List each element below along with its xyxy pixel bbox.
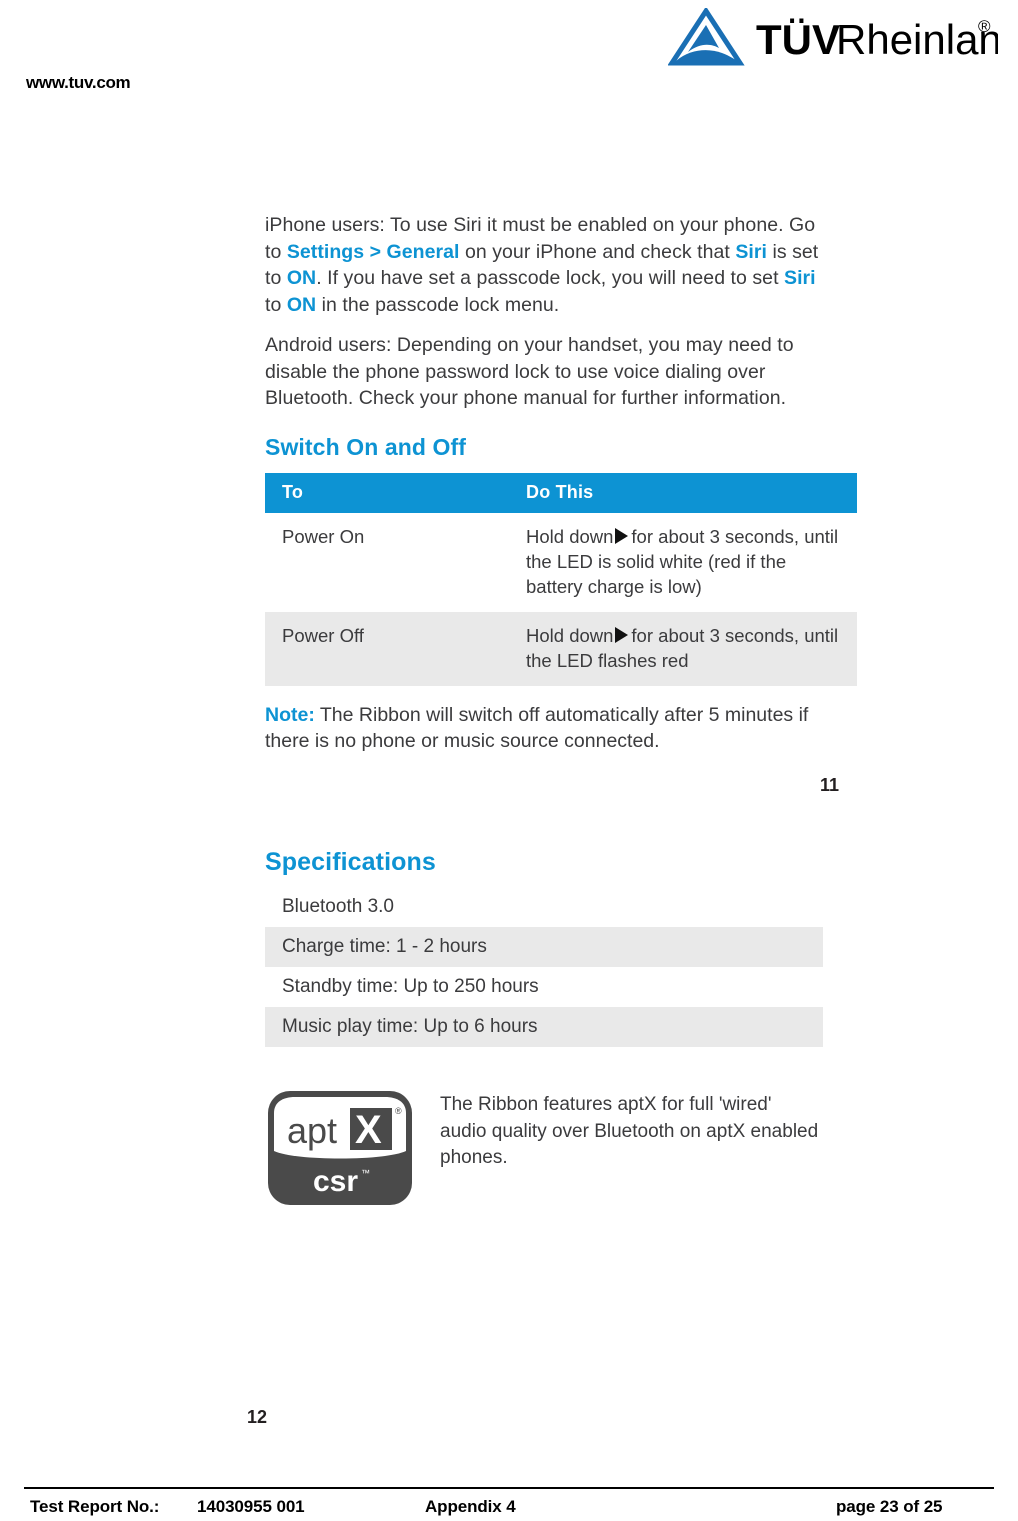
list-item: Music play time: Up to 6 hours	[265, 1007, 823, 1047]
svg-text:X: X	[355, 1108, 382, 1152]
text-run-accent: Siri	[784, 267, 816, 289]
note-text: The Ribbon will switch off automatically…	[265, 703, 809, 752]
switch-on-off-table: To Do This Power On Hold down for about 3…	[265, 472, 857, 686]
column-header-do-this: Do This	[509, 472, 857, 513]
svg-text:Rheinland: Rheinland	[836, 16, 998, 63]
text-run: on your iPhone and check that	[459, 240, 736, 263]
table-header-row: To Do This	[265, 472, 857, 513]
cell-action-label: Power Off	[265, 611, 509, 686]
specifications-list: Bluetooth 3.0 Charge time: 1 - 2 hours S…	[265, 887, 823, 1047]
svg-text:®: ®	[395, 1106, 402, 1116]
column-header-to: To	[265, 472, 509, 513]
list-item: Bluetooth 3.0	[282, 896, 394, 917]
svg-text:csr: csr	[313, 1165, 358, 1198]
footer-divider	[24, 1487, 994, 1489]
list-item: Standby time: Up to 250 hours	[282, 976, 539, 997]
manual-page-11-content: iPhone users: To use Siri it must be ena…	[265, 212, 857, 754]
table-row: Power On Hold down for about 3 seconds, u…	[265, 513, 857, 612]
paragraph-iphone-users: iPhone users: To use Siri it must be ena…	[265, 212, 825, 318]
text-run: . If you have set a passcode lock, you w…	[316, 267, 785, 289]
aptx-feature-block: apt X ® csr ™ The Ribbon features aptX f…	[265, 1088, 825, 1213]
specifications-section: Specifications Bluetooth 3.0 Charge time…	[265, 848, 825, 1047]
manual-folio-12: 12	[247, 1407, 268, 1427]
text-run: in the passcode lock menu.	[316, 293, 560, 316]
cell-instruction: Hold down for about 3 seconds, until the …	[509, 611, 857, 686]
svg-text:®: ®	[978, 17, 991, 36]
list-item: Charge time: 1 - 2 hours	[265, 927, 823, 967]
switch-on-off-heading: Switch On and Off	[265, 433, 467, 460]
specifications-heading: Specifications	[265, 848, 436, 876]
play-triangle-icon	[615, 527, 629, 544]
footer-report-label: Test Report No.:	[30, 1497, 160, 1516]
cell-action-label: Power On	[282, 525, 365, 547]
cell-instruction: Hold down for about 3 seconds, until the …	[509, 513, 857, 612]
note-label: Note:	[265, 703, 315, 726]
footer-report-number: 14030955 001	[197, 1497, 305, 1516]
note-paragraph: Note: The Ribbon will switch off automat…	[265, 702, 825, 754]
svg-text:™: ™	[361, 1168, 370, 1178]
text-run-accent: ON	[286, 267, 317, 289]
text-run-accent: Siri	[735, 240, 767, 263]
instruction-pre: Hold down	[526, 525, 614, 547]
manual-folio-11: 11	[820, 775, 840, 795]
table-row: Power Off Hold down for about 3 seconds, …	[265, 611, 857, 686]
text-run-accent: Settings > General	[286, 240, 460, 263]
instruction-pre: Hold down	[526, 624, 614, 646]
aptx-csr-logo: apt X ® csr ™	[265, 1088, 415, 1208]
text-run-accent: ON	[286, 293, 317, 316]
aptx-description: The Ribbon features aptX for full 'wired…	[440, 1094, 819, 1168]
svg-text:TÜV: TÜV	[756, 16, 840, 63]
svg-text:apt: apt	[287, 1110, 337, 1151]
play-triangle-icon	[615, 626, 629, 643]
tuv-rheinland-logo: TÜV Rheinland ®	[668, 8, 998, 70]
text-run: to	[265, 293, 287, 316]
paragraph-android-users: Android users: Depending on your handset…	[265, 334, 794, 409]
site-url: www.tuv.com	[26, 73, 131, 92]
footer-appendix: Appendix 4	[425, 1497, 516, 1516]
footer-page-number: page 23 of 25	[836, 1497, 943, 1516]
